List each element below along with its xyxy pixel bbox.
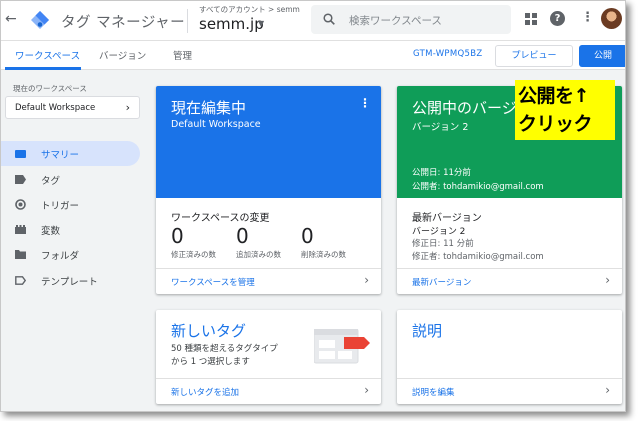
add-new-tag-link[interactable]: 新しいタグを追加 › <box>156 378 381 404</box>
sidebar-item-summary[interactable]: サマリー <box>1 141 140 166</box>
callout-line-1: 公開を↑ <box>518 85 589 107</box>
container-id[interactable]: GTM-WPMQ5BZ <box>413 49 482 59</box>
chevron-right-icon: › <box>364 383 369 397</box>
description-card[interactable]: 説明 説明を編集 › <box>397 310 622 404</box>
more-vert-icon[interactable]: ⋮ <box>359 96 371 110</box>
template-icon <box>15 276 26 285</box>
preview-button[interactable]: プレビュー <box>495 45 573 67</box>
desc-line: 50 種類を超えるタグタイプ <box>171 344 278 354</box>
version-name: バージョン 2 <box>412 122 469 133</box>
footer-link-text: 最新バージョン <box>412 278 472 288</box>
published-date: 公開日: 11分前 <box>412 168 471 178</box>
sidebar-item-variables[interactable]: 変数 <box>1 217 140 242</box>
workspace-selector[interactable]: Default Workspace › <box>5 96 140 119</box>
footer-link-text: 新しいタグを追加 <box>171 388 240 398</box>
stat-value: 0 <box>236 224 249 248</box>
help-icon[interactable]: ? <box>550 11 565 26</box>
app-title: タグ マネージャー <box>61 15 186 31</box>
tag-manager-logo <box>31 11 49 29</box>
desc-line: から 1 つ選択します <box>171 357 250 367</box>
card-title: 説明 <box>412 322 443 340</box>
folder-icon <box>15 250 26 259</box>
sidebar-item-tags[interactable]: タグ <box>1 167 140 192</box>
chevron-right-icon: › <box>125 101 130 114</box>
modified-by: 修正者: tohdamikio@gmail.com <box>412 252 544 262</box>
divider <box>187 9 188 33</box>
publish-button[interactable]: 公開 <box>579 45 625 67</box>
sidebar-item-folders[interactable]: フォルダ <box>1 242 140 267</box>
sidebar-item-label: タグ <box>41 176 61 187</box>
gtm-window: ← タグ マネージャー すべてのアカウント > semm semm.jp ▼ 検… <box>0 0 626 412</box>
sidebar-item-templates[interactable]: テンプレート <box>1 268 140 293</box>
sidebar-item-label: 変数 <box>41 226 61 237</box>
stat-label: 修正済みの数 <box>171 250 216 259</box>
active-tab-indicator <box>5 67 81 70</box>
stat-added: 0 追加済みの数 <box>236 224 281 260</box>
sidebar-item-label: トリガー <box>41 201 80 212</box>
stat-label: 追加済みの数 <box>236 250 281 259</box>
card-title: 新しいタグ <box>171 322 247 340</box>
tab-workspace[interactable]: ワークスペース <box>15 48 80 62</box>
edit-description-link[interactable]: 説明を編集 › <box>397 378 622 404</box>
footer-link-text: ワークスペースを管理 <box>171 278 255 288</box>
latest-version-name: バージョン 2 <box>412 227 466 237</box>
sidebar-item-label: フォルダ <box>41 251 80 262</box>
modified-date: 修正日: 11 分前 <box>412 239 474 249</box>
chevron-right-icon: › <box>605 383 610 397</box>
workspace-label: 現在のワークスペース <box>13 84 87 93</box>
sidebar-item-triggers[interactable]: トリガー <box>1 192 140 217</box>
stat-modified: 0 修正済みの数 <box>171 224 216 260</box>
sidebar: 現在のワークスペース Default Workspace › サマリー タグ ト… <box>1 71 146 411</box>
avatar[interactable] <box>601 8 622 29</box>
apps-icon[interactable] <box>525 13 537 25</box>
new-tag-illustration <box>314 329 370 364</box>
footer-link-text: 説明を編集 <box>412 388 455 398</box>
sidebar-item-label: サマリー <box>41 150 80 161</box>
stat-value: 0 <box>171 224 184 248</box>
sidebar-item-label: テンプレート <box>41 277 98 288</box>
tab-versions[interactable]: バージョン <box>99 48 146 62</box>
more-vert-icon[interactable]: ⋮ <box>581 10 594 25</box>
latest-version-title: 最新バージョン <box>412 213 482 224</box>
current-workspace-card: 現在編集中 Default Workspace ⋮ ワークスペースの変更 0 修… <box>156 86 381 294</box>
current-workspace-header: 現在編集中 Default Workspace ⋮ <box>156 86 381 198</box>
search-icon <box>323 13 335 25</box>
sub-navigation: ワークスペース バージョン 管理 GTM-WPMQ5BZ プレビュー 公開 <box>1 41 625 70</box>
card-title: 現在編集中 <box>171 99 247 117</box>
summary-icon <box>15 150 26 158</box>
stat-label: 削除済みの数 <box>301 250 346 259</box>
trigger-icon <box>15 199 26 210</box>
chevron-right-icon: › <box>605 273 610 287</box>
new-tag-description: 50 種類を超えるタグタイプ から 1 つ選択します <box>171 343 278 369</box>
top-app-bar: ← タグ マネージャー すべてのアカウント > semm semm.jp ▼ 検… <box>1 1 625 41</box>
container-selector[interactable]: semm.jp <box>199 15 264 33</box>
callout-line-2: クリック <box>518 113 593 135</box>
workspace-name: Default Workspace <box>171 119 261 130</box>
search-placeholder: 検索ワークスペース <box>349 15 442 27</box>
caret-down-icon[interactable]: ▼ <box>258 19 264 28</box>
latest-version-link[interactable]: 最新バージョン › <box>397 268 622 294</box>
manage-workspaces-link[interactable]: ワークスペースを管理 › <box>156 268 381 294</box>
tag-icon <box>15 175 26 184</box>
variables-icon <box>15 225 26 234</box>
new-tag-card[interactable]: 新しいタグ 50 種類を超えるタグタイプ から 1 つ選択します 新しいタグを追… <box>156 310 381 404</box>
stat-deleted: 0 削除済みの数 <box>301 224 346 260</box>
stat-value: 0 <box>301 224 314 248</box>
account-breadcrumb[interactable]: すべてのアカウント > semm <box>199 4 300 15</box>
tab-admin[interactable]: 管理 <box>173 48 192 62</box>
chevron-right-icon: › <box>364 273 369 287</box>
annotation-callout: 公開を↑ クリック <box>515 80 615 140</box>
search-input[interactable]: 検索ワークスペース <box>311 5 511 34</box>
published-by: 公開者: tohdamikio@gmail.com <box>412 182 544 192</box>
arrow-back-icon[interactable]: ← <box>5 11 17 27</box>
workspace-value: Default Workspace <box>15 103 96 113</box>
workspace-changes-title: ワークスペースの変更 <box>171 213 270 224</box>
